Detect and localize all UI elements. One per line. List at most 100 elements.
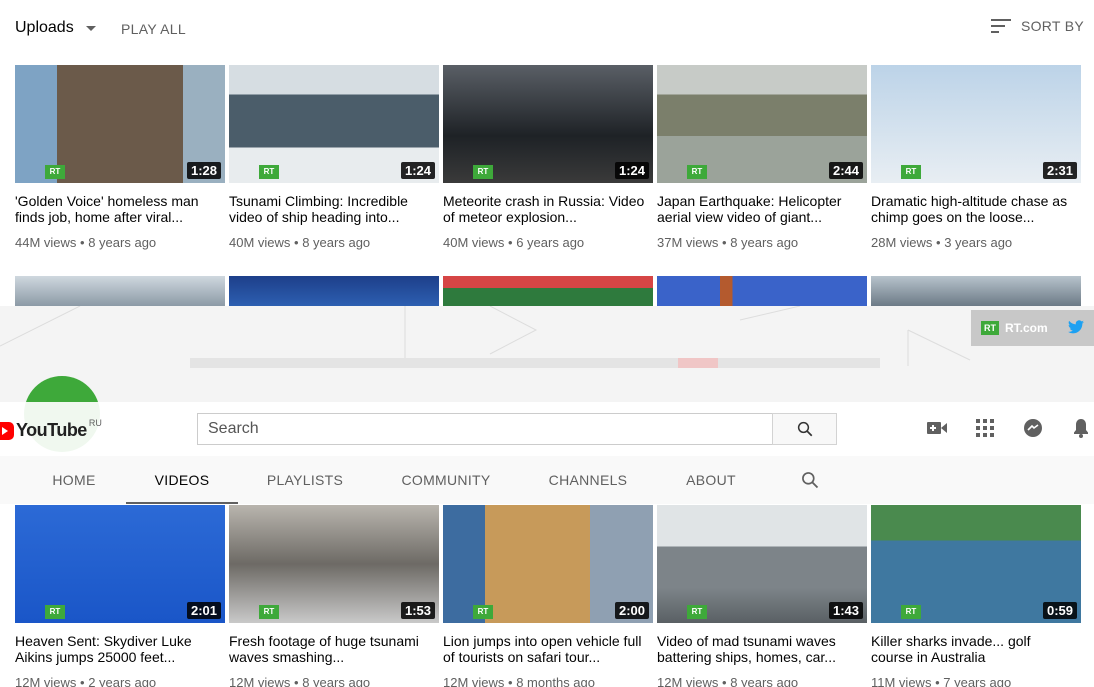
rt-watermark-icon: RT xyxy=(901,605,921,619)
video-title[interactable]: Tsunami Climbing: Incredible video of sh… xyxy=(229,193,439,225)
play-all-button[interactable]: PLAY ALL xyxy=(121,21,186,37)
view-count: 40M views xyxy=(443,235,505,250)
video-meta: 12M views • 2 years ago xyxy=(15,675,225,687)
video-thumbnail[interactable]: RT 2:01 xyxy=(15,505,225,623)
video-card[interactable]: RT 0:59 Killer sharks invade... golf cou… xyxy=(871,505,1081,687)
tab-about[interactable]: ABOUT xyxy=(676,456,746,504)
video-title[interactable]: 'Golden Voice' homeless man finds job, h… xyxy=(15,193,225,225)
youtube-wordmark: YouTube xyxy=(16,420,87,440)
duration-badge: 2:00 xyxy=(614,602,649,619)
video-title[interactable]: Japan Earthquake: Helicopter aerial view… xyxy=(657,193,867,225)
view-count: 12M views xyxy=(443,675,505,687)
duration-badge: 2:44 xyxy=(828,162,863,179)
video-title[interactable]: Lion jumps into open vehicle full of tou… xyxy=(443,633,653,665)
video-thumbnail[interactable]: RT 2:00 xyxy=(443,505,653,623)
rt-watermark-icon: RT xyxy=(259,605,279,619)
meta-separator: • xyxy=(722,235,731,250)
meta-separator: • xyxy=(508,675,517,687)
video-card[interactable]: RT 2:31 Dramatic high-altitude chase as … xyxy=(871,65,1081,250)
video-title[interactable]: Dramatic high-altitude chase as chimp go… xyxy=(871,193,1081,225)
upload-age: 8 years ago xyxy=(730,235,799,250)
uploads-dropdown-label: Uploads xyxy=(15,19,74,36)
duration-badge: 2:31 xyxy=(1042,162,1077,179)
video-meta: 12M views • 8 years ago xyxy=(657,675,867,687)
video-card[interactable]: RT 1:24 Tsunami Climbing: Incredible vid… xyxy=(229,65,439,250)
create-video-icon[interactable] xyxy=(925,416,949,440)
rt-watermark-icon: RT xyxy=(473,605,493,619)
country-code: RU xyxy=(88,417,102,428)
video-card[interactable]: RT 2:44 Japan Earthquake: Helicopter aer… xyxy=(657,65,867,250)
rt-watermark-icon: RT xyxy=(45,165,65,179)
uploads-bar: Uploads PLAY ALL SORT BY xyxy=(0,0,1094,58)
video-title[interactable]: Killer sharks invade... golf course in A… xyxy=(871,633,1081,665)
video-card[interactable]: RT 1:28 'Golden Voice' homeless man find… xyxy=(15,65,225,250)
video-thumbnail[interactable]: RT 1:28 xyxy=(15,65,225,183)
video-card[interactable]: RT 2:00 Lion jumps into open vehicle ful… xyxy=(443,505,653,687)
video-meta: 12M views • 8 years ago xyxy=(229,675,439,687)
rt-watermark-icon: RT xyxy=(45,605,65,619)
video-thumbnail[interactable] xyxy=(229,276,439,306)
tab-channels[interactable]: CHANNELS xyxy=(538,456,638,504)
upload-age: 7 years ago xyxy=(943,675,1012,687)
youtube-logo[interactable]: YouTube RU xyxy=(0,417,102,441)
video-card[interactable]: RT 1:24 Meteorite crash in Russia: Video… xyxy=(443,65,653,250)
video-grid-partial-row xyxy=(15,276,1081,306)
video-thumbnail[interactable]: RT 0:59 xyxy=(871,505,1081,623)
tab-videos[interactable]: VIDEOS xyxy=(126,456,238,504)
meta-separator: • xyxy=(722,675,731,687)
video-thumbnail[interactable] xyxy=(657,276,867,306)
rt-site-link[interactable]: RT.com xyxy=(1005,321,1048,335)
search-icon xyxy=(797,421,812,437)
video-thumbnail[interactable] xyxy=(443,276,653,306)
apps-grid-icon[interactable] xyxy=(973,416,997,440)
tab-community[interactable]: COMMUNITY xyxy=(390,456,502,504)
video-title[interactable]: Video of mad tsunami waves battering shi… xyxy=(657,633,867,665)
video-thumbnail[interactable]: RT 1:43 xyxy=(657,505,867,623)
tab-playlists[interactable]: PLAYLISTS xyxy=(256,456,354,504)
meta-separator: • xyxy=(294,675,303,687)
search-input[interactable] xyxy=(197,413,773,445)
view-count: 12M views xyxy=(15,675,77,687)
video-card[interactable]: RT 1:43 Video of mad tsunami waves batte… xyxy=(657,505,867,687)
channel-search-icon[interactable] xyxy=(800,470,820,490)
video-thumbnail[interactable]: RT 1:24 xyxy=(443,65,653,183)
rt-watermark-icon: RT xyxy=(687,165,707,179)
search-button[interactable] xyxy=(772,413,837,445)
caret-down-icon xyxy=(85,25,96,31)
channel-banner xyxy=(0,306,1094,402)
video-thumbnail[interactable] xyxy=(871,276,1081,306)
upload-age: 3 years ago xyxy=(944,235,1013,250)
twitter-icon[interactable] xyxy=(1067,319,1084,337)
duration-badge: 2:01 xyxy=(186,602,221,619)
sort-by-button[interactable]: SORT BY xyxy=(990,18,1084,34)
messages-icon[interactable] xyxy=(1021,416,1045,440)
video-thumbnail[interactable] xyxy=(15,276,225,306)
duration-badge: 1:43 xyxy=(828,602,863,619)
meta-separator: • xyxy=(294,235,303,250)
rt-watermark-icon: RT xyxy=(473,165,493,179)
video-title[interactable]: Meteorite crash in Russia: Video of mete… xyxy=(443,193,653,225)
video-title[interactable]: Heaven Sent: Skydiver Luke Aikins jumps … xyxy=(15,633,225,665)
upload-age: 6 years ago xyxy=(516,235,585,250)
youtube-play-icon xyxy=(0,421,14,440)
video-meta: 40M views • 8 years ago xyxy=(229,235,439,250)
rt-logo: RT xyxy=(981,321,999,335)
view-count: 44M views xyxy=(15,235,77,250)
banner-decoration xyxy=(0,306,971,368)
view-count: 12M views xyxy=(657,675,719,687)
video-card[interactable]: RT 2:01 Heaven Sent: Skydiver Luke Aikin… xyxy=(15,505,225,687)
duration-badge: 1:28 xyxy=(186,162,221,179)
meta-separator: • xyxy=(936,235,945,250)
video-card[interactable]: RT 1:53 Fresh footage of huge tsunami wa… xyxy=(229,505,439,687)
video-thumbnail[interactable]: RT 2:31 xyxy=(871,65,1081,183)
duration-badge: 1:24 xyxy=(400,162,435,179)
upload-age: 8 months ago xyxy=(516,675,595,687)
video-thumbnail[interactable]: RT 2:44 xyxy=(657,65,867,183)
video-title[interactable]: Fresh footage of huge tsunami waves smas… xyxy=(229,633,439,665)
view-count: 12M views xyxy=(229,675,291,687)
video-thumbnail[interactable]: RT 1:53 xyxy=(229,505,439,623)
video-thumbnail[interactable]: RT 1:24 xyxy=(229,65,439,183)
uploads-dropdown[interactable]: Uploads xyxy=(15,19,96,37)
tab-home[interactable]: HOME xyxy=(40,456,108,504)
notifications-bell-icon[interactable] xyxy=(1069,416,1093,440)
